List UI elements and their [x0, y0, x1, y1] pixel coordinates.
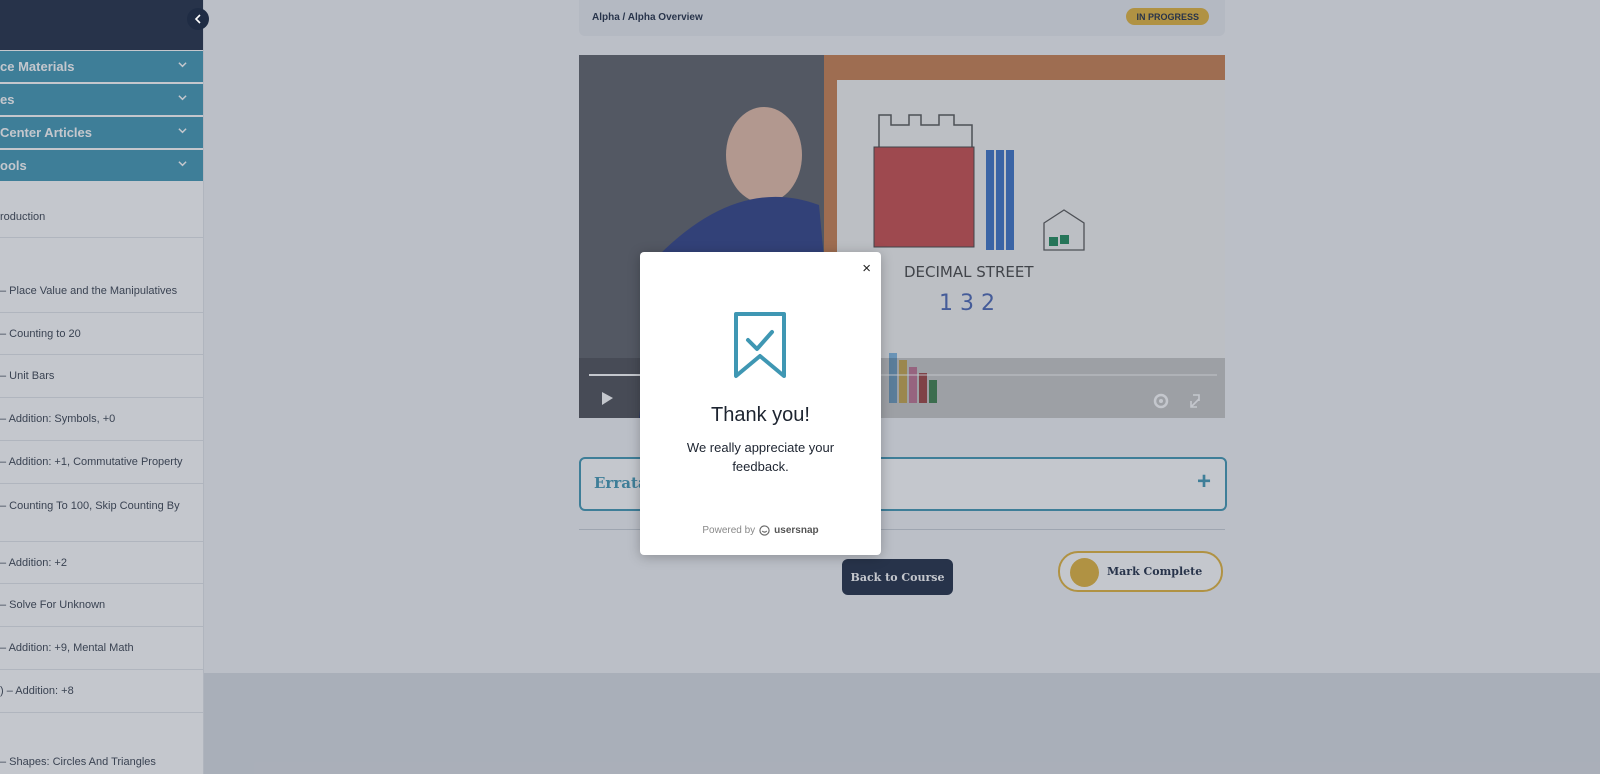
powered-by-label: Powered by [702, 525, 756, 536]
bookmark-check-icon [734, 312, 786, 378]
chevron-left-icon [194, 14, 201, 24]
usersnap-brand: usersnap [774, 525, 819, 536]
sidebar-collapse-button[interactable] [187, 8, 209, 30]
usersnap-logo-icon [759, 525, 770, 536]
close-icon[interactable]: × [862, 260, 871, 277]
powered-by[interactable]: Powered by usersnap [640, 525, 881, 536]
modal-title: Thank you! [711, 404, 810, 426]
modal-message: We really appreciate your feedback. [686, 440, 835, 474]
feedback-thank-you-modal: × Thank you! We really appreciate your f… [640, 252, 881, 555]
